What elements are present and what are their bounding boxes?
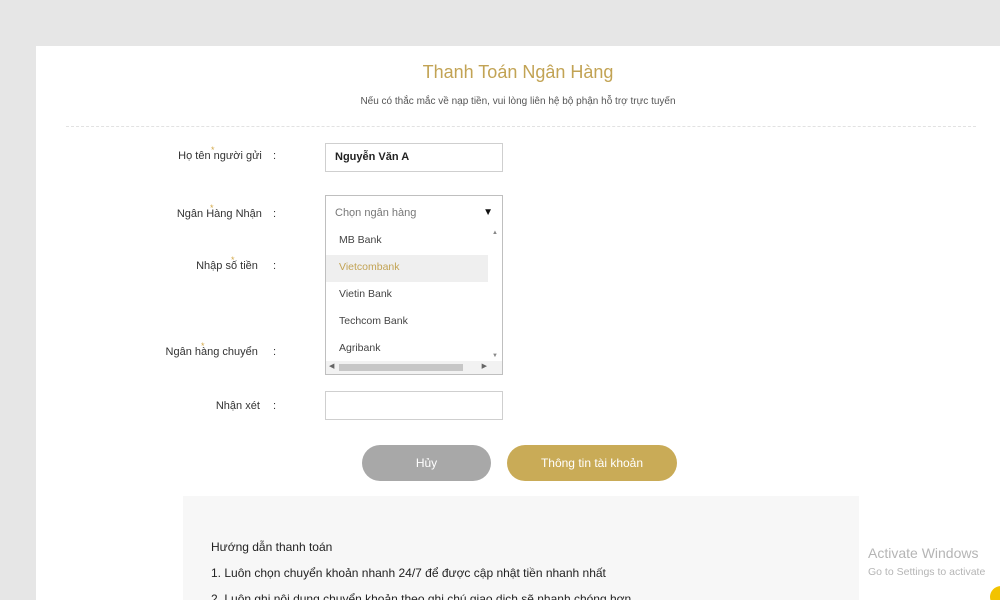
scroll-thumb[interactable] xyxy=(339,364,463,371)
receiving-bank-placeholder: Chọn ngân hàng xyxy=(335,207,417,219)
header-divider xyxy=(66,126,976,127)
scroll-up-icon[interactable]: ▲ xyxy=(492,230,498,236)
bank-option-agribank[interactable]: Agribank xyxy=(326,336,488,363)
bank-option-mb[interactable]: MB Bank xyxy=(326,228,488,255)
comment-label: Nhận xét : xyxy=(215,400,276,412)
sending-bank-label: * Ngân hàng chuyển : xyxy=(165,341,276,358)
page-subtitle: Nếu có thắc mắc về nạp tiền, vui lòng li… xyxy=(360,96,676,107)
receiving-bank-label: * Ngân Hàng Nhận : xyxy=(176,203,276,220)
caret-down-icon[interactable]: ▼ xyxy=(483,196,493,230)
comment-input[interactable] xyxy=(325,391,503,420)
account-info-button[interactable]: Thông tin tài khoản xyxy=(507,445,677,481)
sender-name-label: * Họ tên người gửi : xyxy=(178,145,276,162)
bank-option-vietcombank[interactable]: Vietcombank xyxy=(326,255,488,282)
guide-step: 1. Luôn chọn chuyển khoản nhanh 24/7 để … xyxy=(211,566,606,580)
required-mark: * xyxy=(211,145,215,155)
payment-card: Thanh Toán Ngân Hàng Nếu có thắc mắc về … xyxy=(36,46,1000,600)
required-mark: * xyxy=(201,341,205,351)
scroll-right-icon[interactable]: ▶ xyxy=(482,362,487,370)
bank-option-vietin[interactable]: Vietin Bank xyxy=(326,282,488,309)
receiving-bank-select-head[interactable]: Chọn ngân hàng ▼ xyxy=(326,196,502,228)
receiving-bank-select[interactable]: Chọn ngân hàng ▼ MB Bank Vietcombank Vie… xyxy=(325,195,503,375)
payment-guide: Hướng dẫn thanh toán 1. Luôn chọn chuyển… xyxy=(183,496,859,600)
bank-options-list: MB Bank Vietcombank Vietin Bank Techcom … xyxy=(326,228,488,363)
required-mark: * xyxy=(231,255,235,265)
amount-label: * Nhập số tiền : xyxy=(196,255,276,272)
sender-name-input[interactable]: Nguyễn Văn A xyxy=(325,143,503,172)
guide-title: Hướng dẫn thanh toán xyxy=(211,540,333,554)
dropdown-horizontal-scrollbar[interactable]: ◀ ▶ xyxy=(326,361,502,374)
dropdown-vertical-scrollbar[interactable]: ▲ ▼ xyxy=(488,228,502,361)
activate-windows-title: Activate Windows xyxy=(868,545,979,561)
page-title: Thanh Toán Ngân Hàng xyxy=(422,62,614,82)
required-mark: * xyxy=(210,203,214,213)
cancel-button[interactable]: Hủy xyxy=(362,445,491,481)
scroll-down-icon[interactable]: ▼ xyxy=(492,353,498,359)
bank-option-techcom[interactable]: Techcom Bank xyxy=(326,309,488,336)
guide-step: 2. Luôn ghi nội dung chuyển khoản theo g… xyxy=(211,592,632,600)
activate-windows-subtitle: Go to Settings to activate xyxy=(868,566,986,578)
scroll-left-icon[interactable]: ◀ xyxy=(329,362,334,370)
